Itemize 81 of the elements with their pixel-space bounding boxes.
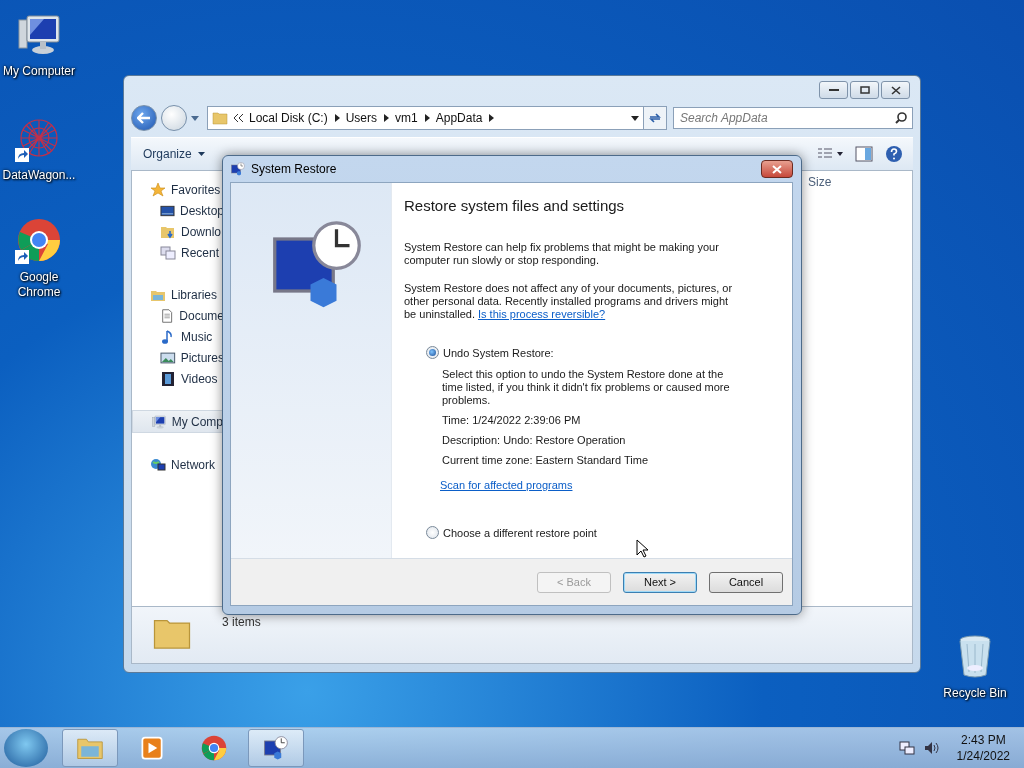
overflow-chevron-icon[interactable] — [234, 114, 243, 122]
taskbar-app-icon — [262, 734, 290, 762]
dropdown-caret-icon[interactable] — [631, 115, 639, 121]
nav-item[interactable]: Favorites — [132, 179, 224, 200]
network-status-icon[interactable] — [898, 740, 915, 756]
scan-programs-link[interactable]: Scan for affected programs — [440, 479, 742, 491]
radio-label[interactable]: Choose a different restore point — [443, 526, 597, 539]
caret-icon — [197, 152, 205, 156]
taskbar-app-icon — [200, 734, 228, 762]
nav-item-icon — [160, 244, 176, 261]
restore-detail-text: Current time zone: Eastern Standard Time — [442, 454, 650, 467]
address-bar[interactable]: Local Disk (C:) Users vm1 AppData — [207, 106, 644, 130]
refresh-icon — [648, 111, 662, 125]
close-icon — [890, 85, 901, 95]
breadcrumb-item[interactable]: AppData — [435, 111, 483, 125]
restore-detail-text: Select this option to undo the System Restore done at the time listed, if you think it didn't fix problems or caused more problems. — [442, 368, 731, 407]
close-button[interactable] — [761, 160, 793, 178]
nav-item-icon — [160, 370, 176, 387]
desktop-shortcut-icon — [15, 216, 63, 264]
nav-item-icon — [160, 349, 176, 366]
nav-item-icon — [151, 413, 167, 430]
search-field[interactable]: Search AppData — [673, 107, 913, 129]
forward-button[interactable] — [161, 105, 187, 131]
nav-item[interactable]: Recent — [132, 242, 224, 263]
chevron-icon[interactable] — [488, 114, 495, 122]
start-button[interactable] — [4, 729, 48, 767]
nav-item[interactable]: Music — [132, 326, 224, 347]
clock-time[interactable]: 2:43 PM — [960, 732, 1006, 748]
clock-date[interactable]: 1/24/2022 — [956, 748, 1010, 764]
close-icon — [772, 164, 782, 174]
volume-icon[interactable] — [922, 740, 939, 756]
restore-detail-text: Description: Undo: Restore Operation — [442, 434, 627, 447]
desktop-icon-label[interactable]: Recycle Bin — [943, 686, 1007, 701]
nav-item[interactable]: Downlo — [132, 221, 224, 242]
nav-item[interactable]: Desktop — [132, 200, 224, 221]
wizard-button[interactable]: Cancel — [709, 571, 783, 593]
breadcrumb-item[interactable]: vm1 — [395, 111, 418, 125]
desktop-icon-label[interactable]: Google Chrome — [0, 270, 78, 300]
wizard-button[interactable]: Next > — [623, 571, 697, 593]
desktop-icon-label[interactable]: My Computer — [3, 64, 75, 79]
preview-pane-button[interactable] — [853, 144, 875, 164]
radio-button[interactable] — [426, 526, 439, 539]
folder-icon — [212, 110, 228, 126]
intro-paragraph: System Restore can help fix problems that might be making your computer run slowly or stop responding. — [404, 241, 720, 267]
title-app-icon — [230, 161, 246, 177]
maximize-icon — [859, 86, 870, 94]
nav-item[interactable]: My Comp — [132, 410, 224, 433]
nav-item-icon — [150, 181, 166, 198]
breadcrumb-item[interactable]: Users — [345, 111, 378, 125]
taskbar-button[interactable] — [248, 729, 304, 767]
chevron-icon[interactable] — [383, 114, 390, 122]
breadcrumb-item[interactable]: Local Disk (C:) — [249, 111, 328, 125]
search-icon — [895, 112, 907, 124]
restore-detail-text: Time: 1/24/2022 2:39:06 PM — [442, 414, 582, 427]
radio-button[interactable] — [426, 346, 439, 359]
nav-item-icon — [150, 456, 166, 473]
item-count-text: 3 items — [222, 615, 261, 629]
nav-item[interactable]: Videos — [132, 368, 224, 389]
dialog-heading: Restore system files and settings — [404, 197, 626, 214]
radio-label[interactable]: Undo System Restore: — [443, 346, 554, 359]
minimize-icon — [828, 88, 839, 92]
history-dropdown-icon[interactable] — [191, 115, 199, 121]
nav-item[interactable]: Network — [132, 454, 224, 475]
nav-item[interactable]: Pictures — [132, 347, 224, 368]
mouse-pointer-icon — [636, 539, 649, 559]
chevron-icon[interactable] — [333, 114, 340, 122]
close-button[interactable] — [881, 81, 910, 99]
reversible-link[interactable]: Is this process reversible? — [478, 308, 606, 320]
maximize-button[interactable] — [850, 81, 879, 99]
desktop-icon-label[interactable]: DataWagon... — [2, 168, 76, 183]
note-paragraph: System Restore does not affect any of your documents, pictures, or other personal data. Recently installed programs and drivers might be uninstalled. Is this process reversible? — [404, 282, 734, 321]
back-arrow-icon — [137, 112, 151, 124]
back-button[interactable] — [131, 105, 157, 131]
window-title: System Restore — [251, 162, 338, 176]
nav-item-icon — [160, 307, 175, 324]
nav-item[interactable]: Libraries — [132, 284, 224, 305]
toolbar-menu-button[interactable]: Organize — [139, 145, 209, 163]
minimize-button[interactable] — [819, 81, 848, 99]
help-button[interactable] — [883, 143, 905, 165]
chevron-icon[interactable] — [423, 114, 430, 122]
nav-item[interactable]: Docume — [132, 305, 224, 326]
